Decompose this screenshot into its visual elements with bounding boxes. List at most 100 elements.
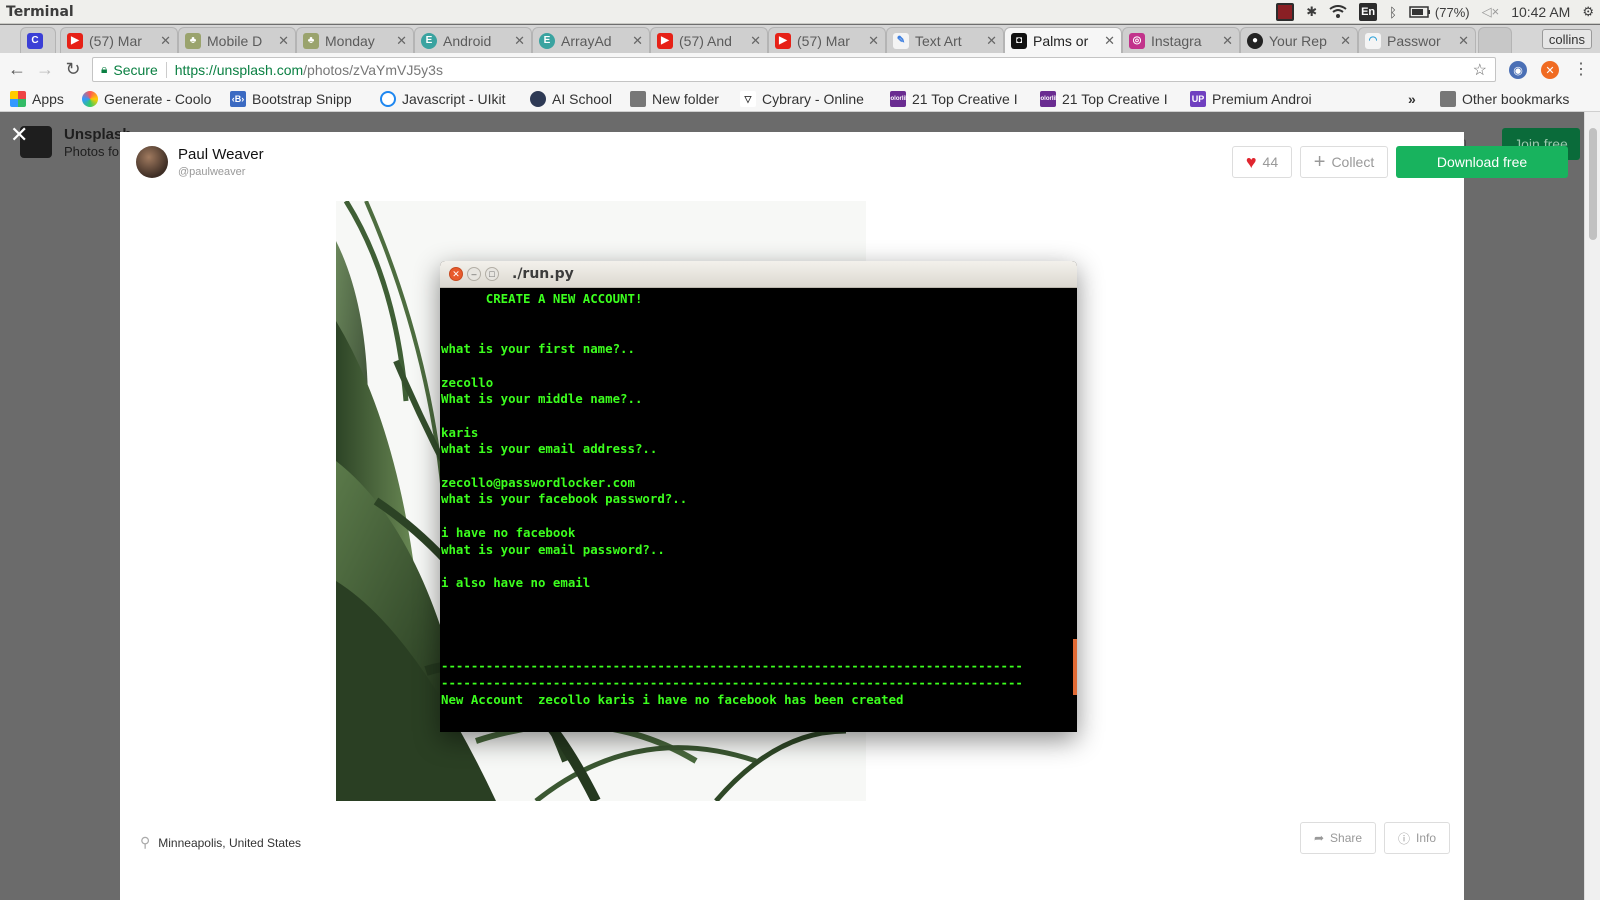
bookmark-cybrary[interactable]: ▽ Cybrary - Online xyxy=(740,90,880,108)
tab-close-icon[interactable]: ✕ xyxy=(396,33,407,49)
tab-close-icon[interactable]: ✕ xyxy=(278,33,289,49)
terminal-line: what is your email address?.. xyxy=(441,441,658,457)
e-icon: E xyxy=(421,32,437,49)
author-name[interactable]: Paul Weaver xyxy=(178,146,264,163)
bookmark-colorlib-2[interactable]: colorlib 21 Top Creative I xyxy=(1040,90,1180,108)
bookmark-premium-android[interactable]: UP Premium Androi xyxy=(1190,90,1330,108)
info-button[interactable]: ⓘ Info xyxy=(1384,822,1450,854)
tab-close-icon[interactable]: ✕ xyxy=(868,33,879,49)
clock[interactable]: 10:42 AM xyxy=(1511,4,1570,20)
tab-close-icon[interactable]: ✕ xyxy=(986,33,997,49)
terminal-line: karis xyxy=(441,424,479,440)
like-count: 44 xyxy=(1262,154,1279,170)
bookmarks-overflow-chevron[interactable]: » xyxy=(1408,90,1416,108)
terminal-title: ./run.py xyxy=(512,266,574,282)
bookmark-new-folder[interactable]: New folder xyxy=(630,90,735,108)
system-menu-gear-icon[interactable]: ⚙ xyxy=(1582,3,1594,21)
battery-indicator[interactable]: (77%) xyxy=(1409,3,1470,21)
colorful-icon: ◠ xyxy=(1365,32,1381,49)
extension-owl-icon[interactable]: ◉ xyxy=(1509,61,1527,79)
url-host: https://unsplash.com xyxy=(174,61,304,78)
new-tab-button[interactable] xyxy=(1478,27,1512,53)
active-app-name: Terminal xyxy=(6,3,74,20)
youtube-icon: ▶ xyxy=(657,32,673,49)
colorlib-icon: colorlib xyxy=(1040,91,1059,107)
terminal-line: i have no facebook xyxy=(441,524,576,540)
close-overlay-icon[interactable]: ✕ xyxy=(10,122,28,148)
tab-android[interactable]: E Android ✕ xyxy=(414,27,532,53)
tab-pinned-c[interactable]: C xyxy=(20,27,56,53)
bookmark-star-icon[interactable]: ☆ xyxy=(1473,60,1487,80)
tab-close-icon[interactable]: ✕ xyxy=(632,33,643,49)
terminal-scrollbar[interactable] xyxy=(1073,639,1077,695)
tab-close-icon[interactable]: ✕ xyxy=(514,33,525,49)
bookmark-uikit[interactable]: Javascript - UIkit xyxy=(380,90,520,108)
plus-icon: + xyxy=(1313,150,1326,173)
collect-button[interactable]: + Collect xyxy=(1300,146,1388,178)
tab-close-icon[interactable]: ✕ xyxy=(1222,33,1233,49)
tab-password[interactable]: ◠ Passwor ✕ xyxy=(1358,27,1476,53)
bookmark-other[interactable]: Other bookmarks xyxy=(1440,90,1569,108)
browser-tab-strip: C ▶ (57) Mar ✕ ♣ Mobile D ✕ ♣ Monday ✕ E Androi… xyxy=(0,25,1600,53)
heart-icon: ♥ xyxy=(1245,151,1257,172)
tab-youtube-3[interactable]: ▶ (57) Mar ✕ xyxy=(768,27,886,53)
settings-gear-icon[interactable]: ✱ xyxy=(1306,3,1317,21)
like-button[interactable]: ♥ 44 xyxy=(1232,146,1292,178)
tab-youtube-2[interactable]: ▶ (57) And ✕ xyxy=(650,27,768,53)
lock-icon: 🔒︎ xyxy=(101,62,108,76)
folder-icon xyxy=(1440,91,1456,107)
tab-close-icon[interactable]: ✕ xyxy=(1104,33,1115,49)
forward-arrow-icon[interactable]: → xyxy=(34,58,56,80)
tab-close-icon[interactable]: ✕ xyxy=(1340,33,1351,49)
window-minimize-icon[interactable]: – xyxy=(467,267,481,281)
tab-github[interactable]: ● Your Rep ✕ xyxy=(1240,27,1358,53)
tab-close-icon[interactable]: ✕ xyxy=(1458,33,1469,49)
tab-palms-active[interactable]: ◘ Palms or ✕ xyxy=(1004,27,1122,53)
tab-text-art[interactable]: ✎ Text Art ✕ xyxy=(886,27,1004,53)
terminal-line: what is your first name?.. xyxy=(441,341,635,357)
terminal-line: CREATE A NEW ACCOUNT! xyxy=(441,291,643,306)
bookmark-bootstrap[interactable]: ‹B› Bootstrap Snipp xyxy=(230,90,370,108)
screen-recorder-icon[interactable] xyxy=(1276,3,1295,21)
uikit-icon xyxy=(380,91,396,107)
reload-icon[interactable]: ↻ xyxy=(62,58,84,80)
window-maximize-icon[interactable]: □ xyxy=(485,267,499,281)
volume-muted-icon[interactable]: ◁× xyxy=(1482,3,1500,21)
scrollbar-thumb[interactable] xyxy=(1589,128,1597,240)
tab-close-icon[interactable]: ✕ xyxy=(750,33,761,49)
bookmark-ai-school[interactable]: AI School xyxy=(530,90,620,108)
tab-instagram[interactable]: ◎ Instagra ✕ xyxy=(1122,27,1240,53)
palm-icon: ♣ xyxy=(303,32,319,49)
chrome-menu-icon[interactable]: ⋮ xyxy=(1570,58,1592,80)
address-bar[interactable]: 🔒︎ Secure https://unsplash.com/photos/zV… xyxy=(92,57,1496,82)
location[interactable]: ⚲ Minneapolis, United States xyxy=(140,834,301,851)
tab-close-icon[interactable]: ✕ xyxy=(160,33,171,49)
terminal-output[interactable]: CREATE A NEW ACCOUNT! what is your first … xyxy=(441,288,1071,732)
avatar[interactable] xyxy=(136,146,168,178)
profile-chip[interactable]: collins xyxy=(1541,29,1592,49)
terminal-window[interactable]: ✕ – □ ./run.py CREATE A NEW ACCOUNT! what… xyxy=(440,261,1077,732)
bookmark-colorlib-1[interactable]: colorlib 21 Top Creative I xyxy=(890,90,1030,108)
share-button[interactable]: ➦ Share xyxy=(1300,822,1376,854)
extension-orange-icon[interactable]: ✕ xyxy=(1541,61,1559,79)
input-language-indicator[interactable]: En xyxy=(1359,3,1378,21)
window-close-icon[interactable]: ✕ xyxy=(449,267,463,281)
back-arrow-icon[interactable]: ← xyxy=(6,58,28,80)
bluetooth-icon[interactable]: ᛒ xyxy=(1389,3,1397,21)
bookmark-coolors[interactable]: Generate - Coolo xyxy=(82,90,218,108)
bookmark-apps[interactable]: Apps xyxy=(10,90,64,108)
tab-mobile[interactable]: ♣ Mobile D ✕ xyxy=(178,27,296,53)
colorlib-icon: colorlib xyxy=(890,91,909,107)
unsplash-tagline: Photos fo xyxy=(64,144,119,159)
tab-monday[interactable]: ♣ Monday ✕ xyxy=(296,27,414,53)
tab-youtube-1[interactable]: ▶ (57) Mar ✕ xyxy=(60,27,178,53)
tab-arrayadapter[interactable]: E ArrayAd ✕ xyxy=(532,27,650,53)
apps-grid-icon xyxy=(10,91,26,107)
up-icon: UP xyxy=(1190,91,1206,107)
author-handle[interactable]: @paulweaver xyxy=(178,166,245,178)
wifi-icon[interactable] xyxy=(1329,3,1347,21)
terminal-titlebar[interactable]: ✕ – □ ./run.py xyxy=(440,261,1077,288)
download-button[interactable]: Download free xyxy=(1396,146,1568,178)
page-scrollbar[interactable] xyxy=(1584,112,1600,900)
location-text: Minneapolis, United States xyxy=(158,835,302,850)
